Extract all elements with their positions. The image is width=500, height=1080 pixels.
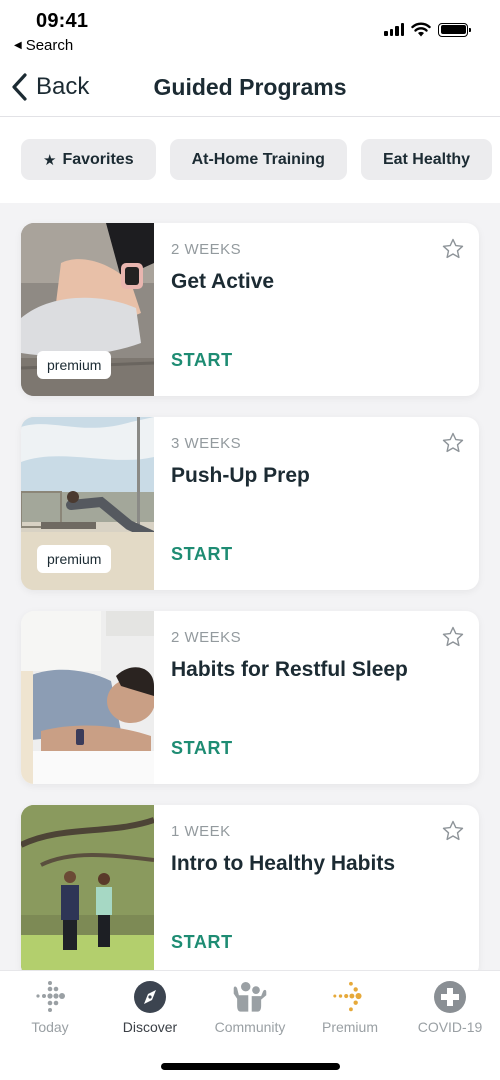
program-card-push-up-prep[interactable]: premium 3 WEEKS Push-Up Prep START	[21, 417, 479, 590]
start-button[interactable]: START	[171, 350, 233, 371]
program-duration: 1 WEEK	[171, 823, 231, 840]
chip-label: At-Home Training	[191, 150, 325, 168]
chip-label: Eat Healthy	[382, 150, 471, 168]
chip-label: Favorites	[62, 150, 134, 168]
fitbit-dots-icon	[32, 979, 68, 1015]
battery-icon	[438, 22, 471, 37]
filter-chip-at-home-training[interactable]: At-Home Training	[169, 139, 347, 180]
sleeping-woman-photo	[21, 611, 154, 784]
couple-walking-park-photo	[21, 805, 154, 970]
plus-circle-icon	[432, 979, 468, 1015]
program-card-get-active[interactable]: premium 2 WEEKS Get Active START	[21, 223, 479, 396]
program-title: Habits for Restful Sleep	[171, 658, 408, 681]
filter-chips: ★ Favorites At-Home Training Eat Healthy	[0, 117, 500, 203]
card-body: 2 WEEKS Get Active START	[154, 223, 479, 396]
tab-label: Discover	[122, 1019, 178, 1035]
premium-badge: premium	[37, 351, 112, 379]
card-body: 2 WEEKS Habits for Restful Sleep START	[154, 611, 479, 784]
program-title: Push-Up Prep	[171, 464, 310, 487]
program-duration: 2 WEEKS	[171, 241, 242, 258]
tab-community[interactable]: Community	[200, 971, 300, 1043]
start-button[interactable]: START	[171, 738, 233, 759]
home-indicator[interactable]	[161, 1063, 340, 1070]
status-bar: 09:41 ◀ Search	[0, 0, 500, 62]
tab-label: Community	[214, 1019, 286, 1035]
premium-badge: premium	[37, 545, 112, 573]
favorite-star-icon[interactable]	[441, 431, 465, 455]
cellular-signal-icon	[384, 23, 404, 36]
favorite-star-icon[interactable]	[441, 819, 465, 843]
favorite-star-icon[interactable]	[441, 237, 465, 261]
compass-icon	[132, 979, 168, 1015]
tab-label: Premium	[321, 1019, 378, 1035]
card-body: 1 WEEK Intro to Healthy Habits START	[154, 805, 479, 970]
program-title: Get Active	[171, 270, 275, 293]
tab-covid-19[interactable]: COVID-19	[400, 971, 500, 1043]
premium-dots-icon	[332, 979, 368, 1015]
filter-chip-eat-healthy[interactable]: Eat Healthy	[360, 139, 493, 180]
tab-today[interactable]: Today	[0, 971, 100, 1043]
start-button[interactable]: START	[171, 544, 233, 565]
wifi-icon	[411, 22, 431, 37]
status-time: 09:41	[36, 10, 89, 32]
return-app-label: Search	[25, 37, 74, 54]
tab-label: COVID-19	[417, 1019, 483, 1035]
program-card-healthy-habits[interactable]: 1 WEEK Intro to Healthy Habits START	[21, 805, 479, 970]
status-icons	[384, 22, 471, 37]
page-title: Guided Programs	[153, 74, 347, 100]
tying-shoe-photo: premium	[21, 223, 154, 396]
tab-label: Today	[31, 1019, 69, 1035]
program-duration: 3 WEEKS	[171, 435, 242, 452]
program-card-restful-sleep[interactable]: 2 WEEKS Habits for Restful Sleep START	[21, 611, 479, 784]
return-to-search-link[interactable]: ◀ Search	[14, 37, 73, 54]
filter-chip-favorites[interactable]: ★ Favorites	[21, 139, 156, 180]
push-up-outdoor-photo: premium	[21, 417, 154, 590]
favorite-star-icon[interactable]	[441, 625, 465, 649]
tab-discover[interactable]: Discover	[100, 971, 200, 1043]
back-triangle-icon: ◀	[14, 40, 22, 51]
tab-bar: Today Discover Community Premium COVID-1…	[0, 970, 500, 1080]
community-people-icon	[232, 979, 268, 1015]
program-list[interactable]: premium 2 WEEKS Get Active START premium…	[0, 203, 500, 970]
navigation-bar: Back Guided Programs	[0, 62, 500, 117]
program-title: Intro to Healthy Habits	[171, 852, 396, 875]
star-filled-icon: ★	[43, 151, 57, 169]
start-button[interactable]: START	[171, 932, 233, 953]
tab-premium[interactable]: Premium	[300, 971, 400, 1043]
program-duration: 2 WEEKS	[171, 629, 242, 646]
card-body: 3 WEEKS Push-Up Prep START	[154, 417, 479, 590]
